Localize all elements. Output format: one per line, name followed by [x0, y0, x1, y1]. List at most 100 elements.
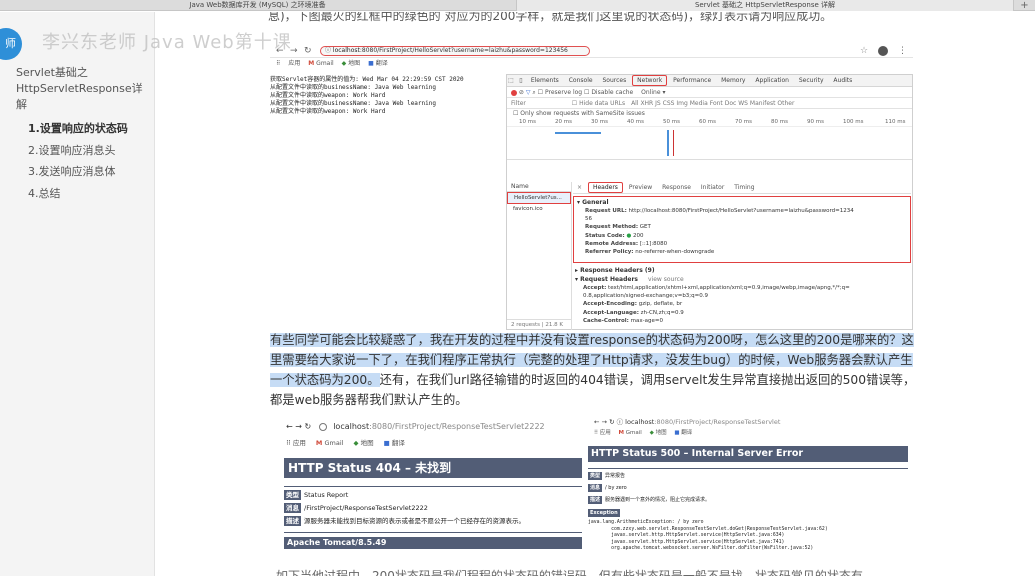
filter-option: Manifest	[749, 100, 776, 107]
header-row: Accept: text/html,application/xhtml+xml,…	[583, 285, 850, 291]
back-icon: ←	[594, 418, 600, 426]
device-icon: ▯	[519, 77, 523, 84]
timeline-bar	[667, 130, 669, 156]
checkbox-icon: ☐	[537, 89, 545, 96]
body-paragraph: 有些同学可能会比较疑惑了，我在开发的过程中并没有设置response的状态码为2…	[270, 330, 916, 410]
stack-trace: java.lang.ArithmeticException: / by zero…	[588, 520, 908, 553]
header-row: Remote Address: [::1]:8080	[585, 240, 668, 247]
general-section: ▾ General Request URL: http://localhost:…	[573, 196, 911, 263]
devtools-tab: Audits	[833, 77, 853, 84]
reload-icon: ↻	[304, 422, 312, 431]
table-of-contents: 1.设置响应的状态码 2.设置响应消息头 3.发送响应消息体 4.总结	[28, 118, 128, 204]
description-row: 描述 源服务器未能找到目标资源的表示或者是不愿公开一个已经存在的资源表示。	[284, 516, 525, 526]
exception-label-row: Exception	[588, 509, 620, 517]
network-timeline: 10 ms 20 ms 30 ms 40 ms 50 ms 60 ms 70 m…	[507, 118, 912, 160]
close-icon: ×	[577, 184, 583, 191]
header-row: 56	[585, 216, 592, 223]
message-row: 消息 / by zero	[588, 484, 627, 492]
timeline-tick: 110 ms	[885, 119, 906, 125]
browser-address-bar: ← → ↻ ⓘ localhost:8080/FirstProject/Hell…	[270, 44, 913, 58]
http-500-screenshot: ← → ↻ ⓘ localhost:8080/FirstProject/Resp…	[586, 412, 916, 562]
new-tab-button[interactable]: +	[1014, 0, 1035, 11]
request-headers-section: ▾ Request Headers view source Accept: tex…	[573, 275, 911, 325]
bookmark-maps: ◆ 地图	[341, 60, 361, 67]
reload-icon: ↻	[609, 418, 615, 426]
output-line: 获取Servlet容器的属性的值为: Wed Mar 04 22:29:59 C…	[270, 76, 464, 83]
header-row: Request URL: http://localhost:8080/First…	[585, 208, 854, 214]
timeline-tick: 20 ms	[555, 119, 572, 125]
http-404-screenshot: ← → ↻ localhost:8080/FirstProject/Respons…	[276, 414, 586, 554]
detail-tab: Preview	[628, 184, 653, 191]
header-row: Cache-Control: max-age=0	[583, 317, 663, 324]
devtools-tab: Memory	[721, 77, 746, 84]
filter-input-placeholder: Filter	[511, 100, 526, 107]
devtools-tab: Security	[798, 77, 824, 84]
bookmark-translate: ■ 翻译	[368, 60, 388, 67]
bookmarks-bar: ⠿ 应用 M Gmail ◆ 地图 ■ 翻译	[286, 439, 405, 447]
bookmarks-bar: ⠿ 应用 M Gmail ◆ 地图 ■ 翻译	[270, 59, 913, 69]
divider	[284, 486, 582, 487]
url-host: localhost	[625, 418, 655, 426]
request-headers-title: ▾ Request Headers	[575, 276, 638, 283]
output-line: 从配置文件中读取的businessName: Java Web learning	[270, 84, 436, 91]
detail-tab: Initiator	[700, 184, 725, 191]
devtools-tabs: ⬚ ▯ Elements Console Sources Network Per…	[507, 75, 912, 87]
info-icon: ⓘ	[616, 418, 624, 426]
tab-servlet-response[interactable]: Servlet 基础之 HttpServletResponse 详解	[516, 0, 1014, 11]
translate-icon: ■	[674, 430, 680, 436]
partial-paragraph-bottom: 如下当他过程中，200状态码是我们程程的状态码的错误码，但有些状态码是一般不是找…	[276, 569, 863, 576]
tab-environment[interactable]: Java Web数据库开发 (MySQL) 之环境准备	[0, 0, 515, 11]
toc-item-response-body[interactable]: 3.发送响应消息体	[28, 161, 128, 183]
timeline-bar	[673, 130, 674, 156]
filter-option: WS	[738, 100, 748, 107]
apps-icon: ⠿	[276, 60, 281, 67]
apps-icon: ⠿	[286, 439, 291, 447]
checkbox-icon: ☐	[571, 100, 578, 107]
output-line: 从配置文件中读取的weapon: Work Hard	[270, 108, 386, 115]
clear-icon: ⊘	[518, 89, 526, 96]
throttling-select: Online	[641, 89, 661, 96]
header-row: Request Method: GET	[585, 224, 651, 231]
toc-item-status-code[interactable]: 1.设置响应的状态码	[28, 118, 128, 140]
back-icon: ←	[276, 46, 284, 56]
record-icon	[511, 89, 517, 96]
divider	[588, 468, 908, 469]
request-item-helloservlet: HelloServlet?us...	[507, 192, 571, 204]
devtools-screenshot: ← → ↻ ⓘ localhost:8080/FirstProject/Hell…	[270, 44, 913, 330]
timeline-tick: 30 ms	[591, 119, 608, 125]
filter-option: Img	[676, 100, 688, 107]
partial-paragraph-top: 息)，下图最火的红框中的绿色的 对应为的200字样，就是我们这里说的状态码)，绿…	[268, 12, 833, 23]
panel-divider	[571, 182, 572, 330]
message-row: 消息/FirstProject/ResponseTestServlet2222	[284, 503, 428, 513]
timeline-tick: 90 ms	[807, 119, 824, 125]
samesite-option: ☐ Only show requests with SameSite issue…	[513, 110, 645, 117]
description-row: 描述 服务器遇到一个意外的情况，阻止它完成请求。	[588, 496, 711, 504]
filter-option: Font	[709, 100, 723, 107]
server-footer: Apache Tomcat/8.5.49	[284, 537, 582, 549]
disable-cache-label: Disable cache	[591, 89, 634, 96]
devtools-tab: Application	[755, 77, 789, 84]
avatar[interactable]: 师	[0, 28, 22, 60]
detail-tab: Response	[662, 184, 691, 191]
devtools-panel: ⬚ ▯ Elements Console Sources Network Per…	[506, 74, 913, 330]
detail-tab-headers: Headers	[587, 182, 623, 193]
timeline-tick: 70 ms	[735, 119, 752, 125]
timeline-tick: 10 ms	[519, 119, 536, 125]
url-path: :8080/FirstProject/ResponseTestServlet	[654, 418, 781, 426]
browser-tab-bar: Java Web数据库开发 (MySQL) 之环境准备 Servlet 基础之 …	[0, 0, 1035, 11]
timeline-tick: 40 ms	[627, 119, 644, 125]
maps-icon: ◆	[353, 439, 359, 447]
forward-icon: →	[601, 418, 607, 426]
toc-item-response-headers[interactable]: 2.设置响应消息头	[28, 140, 128, 162]
filter-option: Other	[777, 100, 795, 107]
browser-address-bar: ← → ↻ ⓘ localhost:8080/FirstProject/Resp…	[594, 416, 914, 428]
filter-option: JS	[655, 100, 661, 107]
info-icon	[319, 422, 328, 431]
filter-option: CSS	[662, 100, 675, 107]
request-item-favicon: favicon.ico	[513, 206, 543, 212]
translate-icon: ■	[383, 439, 390, 447]
gmail-icon: M	[315, 439, 323, 447]
forward-icon: →	[290, 46, 298, 56]
toc-item-summary[interactable]: 4.总结	[28, 183, 128, 205]
trace-line: org.apache.tomcat.websocket.server.WsFil…	[588, 546, 814, 551]
